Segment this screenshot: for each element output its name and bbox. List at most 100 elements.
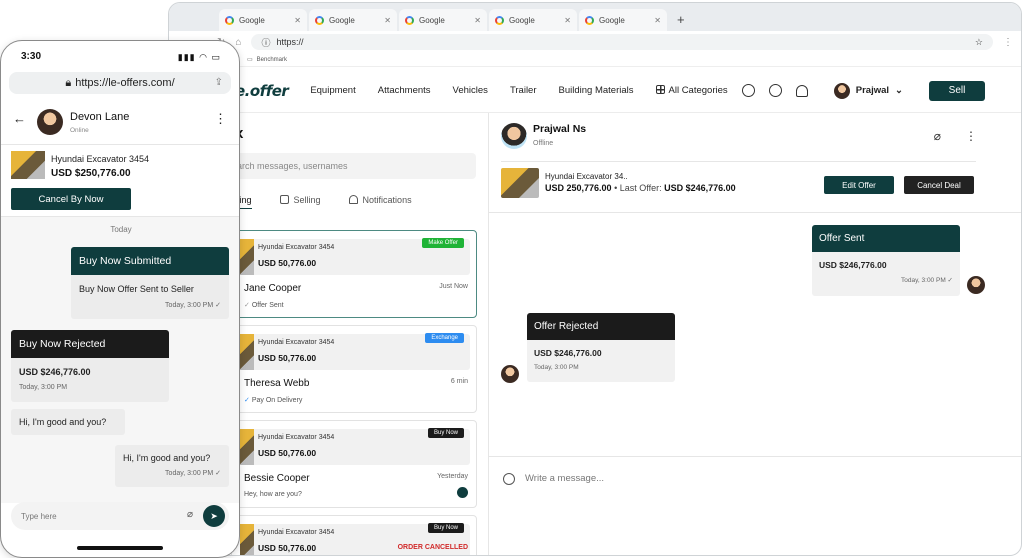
bubble-body: Buy Now Offer Sent to Seller <box>79 284 194 294</box>
close-icon[interactable]: ✕ <box>384 16 391 25</box>
star-icon[interactable]: ☆ <box>975 37 983 48</box>
bell-icon[interactable] <box>795 84 808 97</box>
close-icon[interactable]: ✕ <box>564 16 571 25</box>
phone-url-bar[interactable]: 🔒︎ https://le-offers.com/ ⇪ <box>9 72 231 94</box>
cancel-deal-button[interactable]: Cancel Deal <box>904 176 974 194</box>
product-price: USD $250,776.00 <box>51 168 131 179</box>
tab-notifications[interactable]: Notifications <box>348 195 412 209</box>
home-icon[interactable]: ⌂ <box>235 37 241 48</box>
nav-link-attachments[interactable]: Attachments <box>378 85 431 96</box>
tab-label: Notifications <box>362 195 412 205</box>
browser-tab[interactable]: Google ✕ <box>579 9 667 31</box>
message-time: Yesterday <box>437 473 468 480</box>
send-icon[interactable]: ➤ <box>203 505 225 527</box>
conversation-card[interactable]: Hyundai Excavator 3454 USD 50,776.00 Buy… <box>231 515 477 555</box>
all-categories-label: All Categories <box>668 85 728 96</box>
bubble-time-row: Today, 3:00 PM ✓ <box>812 270 960 284</box>
nav-link-all-categories[interactable]: All Categories <box>655 85 728 96</box>
bullet-separator: • <box>614 183 618 193</box>
browser-tab[interactable]: Google ✕ <box>309 9 397 31</box>
paperclip-icon[interactable]: ⌀ <box>187 509 193 520</box>
card-subtitle: ✓ Pay On Delivery <box>244 396 302 404</box>
cancel-buy-now-button[interactable]: Cancel By Now <box>11 188 131 210</box>
chat-actions: ⌀ ⋮ <box>934 129 977 143</box>
browser-tab[interactable]: Google ✕ <box>219 9 307 31</box>
bookmark-item[interactable]: Benchmark <box>257 57 287 63</box>
avatar <box>501 123 527 149</box>
back-arrow-icon[interactable]: ← <box>13 111 26 126</box>
bubble-time: Today, 3:00 PM <box>901 277 946 284</box>
bubble-value: USD $246,776.00 <box>819 260 887 270</box>
conversation-card[interactable]: Hyundai Excavator 3454 USD 50,776.00 Exc… <box>231 325 477 413</box>
share-icon[interactable]: ⇪ <box>215 77 223 88</box>
menu-dots-icon[interactable]: ⋮ <box>965 129 977 143</box>
google-icon <box>495 15 504 25</box>
product-thumbnail <box>240 429 254 465</box>
close-icon[interactable]: ✕ <box>474 16 481 25</box>
user-menu[interactable]: Prajwal ⌄ <box>833 82 903 99</box>
close-icon[interactable]: ✕ <box>294 16 301 25</box>
emoji-icon[interactable] <box>503 472 515 485</box>
sell-button[interactable]: Sell <box>929 80 985 101</box>
product-title: Hyundai Excavator 3454 <box>51 154 150 164</box>
product-title: Hyundai Excavator 3454 <box>258 529 335 536</box>
nav-link-building-materials[interactable]: Building Materials <box>559 85 634 96</box>
product-thumbnail <box>501 167 539 198</box>
inbox-tabs: ying Selling Notifications <box>235 195 412 209</box>
message-time: 6 min <box>450 378 468 385</box>
contact-name: Jane Cooper <box>244 283 302 294</box>
status-badge: Exchange <box>425 333 464 343</box>
signal-wifi-battery-icon: ▮▮▮ ◠ ▭ <box>177 52 221 62</box>
chat-messages: Offer Sent USD $246,776.00 Today, 3:00 P… <box>489 212 1021 456</box>
bubble-header: Offer Rejected <box>527 313 675 340</box>
nav-link-vehicles[interactable]: Vehicles <box>453 85 488 96</box>
chat-panel: Prajwal Ns Offline ⌀ ⋮ Hyundai Excavator… <box>489 113 1021 555</box>
message-input[interactable]: Write a message... <box>525 473 604 484</box>
address-toolbar: ← → ↻ ⌂ ⓘhttps://☆ ⋮ <box>169 31 1021 53</box>
menu-dots-icon[interactable]: ⋮ <box>214 111 227 127</box>
bubble-header: Offer Sent <box>812 225 960 252</box>
new-tab-icon[interactable]: + <box>677 9 685 31</box>
home-indicator <box>77 546 163 550</box>
search-input[interactable]: arch messages, usernames <box>229 153 476 179</box>
avatar <box>37 109 63 135</box>
url-bar[interactable]: ⓘ https:// ☆ <box>251 34 993 50</box>
bubble-body: Hi, I'm good and you? <box>123 453 211 463</box>
subtitle-text: Offer Sent <box>251 302 284 309</box>
bubble-time-row: Today, 3:00 PM ✓ <box>71 294 229 309</box>
flame-icon[interactable] <box>768 84 782 97</box>
status-badge: Buy Now <box>427 523 464 533</box>
chat-icon[interactable] <box>741 84 755 97</box>
tab-label: Google <box>329 15 355 25</box>
last-message: Hey, how are you? <box>244 491 302 498</box>
nav-link-trailer[interactable]: Trailer <box>510 85 537 96</box>
message-composer[interactable]: Write a message... <box>489 456 1021 500</box>
conversation-card[interactable]: Hyundai Excavator 3454 USD 50,776.00 Buy… <box>231 420 477 508</box>
phone-message-input[interactable]: Type here ⌀ ➤ <box>11 502 229 530</box>
google-icon <box>225 15 234 25</box>
tab-selling[interactable]: Selling <box>279 195 321 209</box>
user-name: Prajwal <box>855 85 890 96</box>
product-thumbnail <box>240 334 254 370</box>
cart-icon <box>279 195 289 204</box>
menu-dots-icon[interactable]: ⋮ <box>1003 37 1013 48</box>
card-subtitle: ✓ Offer Sent <box>244 301 284 309</box>
browser-tab[interactable]: Google ✕ <box>399 9 487 31</box>
product-title: Hyundai Excavator 3454 <box>258 339 335 346</box>
browser-tab[interactable]: Google ✕ <box>489 9 577 31</box>
card-product: Hyundai Excavator 3454 USD 50,776.00 Buy… <box>240 428 470 465</box>
nav-link-equipment[interactable]: Equipment <box>310 85 355 96</box>
last-offer-label: Last Offer: <box>619 183 662 193</box>
message-bubble: Offer Sent USD $246,776.00 Today, 3:00 P… <box>812 225 960 296</box>
edit-offer-button[interactable]: Edit Offer <box>824 176 894 194</box>
product-price: USD 50,776.00 <box>258 258 317 268</box>
product-price: USD 50,776.00 <box>258 448 317 458</box>
chevron-down-icon: ⌄ <box>895 85 903 96</box>
message-bubble: Hi, I'm good and you? <box>11 409 125 435</box>
product-title: Hyundai Excavator 3454 <box>258 434 335 441</box>
paperclip-icon[interactable]: ⌀ <box>934 129 941 143</box>
site-logo[interactable]: e.offer <box>235 82 289 100</box>
card-product: Hyundai Excavator 3454 USD 50,776.00 Exc… <box>240 333 470 370</box>
conversation-card[interactable]: Hyundai Excavator 3454 USD 50,776.00 Mak… <box>231 230 477 318</box>
close-icon[interactable]: ✕ <box>654 16 661 25</box>
